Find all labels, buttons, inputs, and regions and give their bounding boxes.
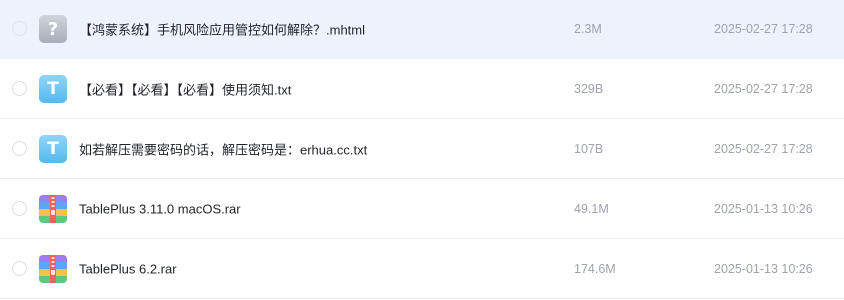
file-size: 329B [574, 81, 604, 96]
unknown-file-icon: ? [39, 15, 67, 43]
file-row[interactable]: ? 【鸿蒙系统】手机风险应用管控如何解除？.mhtml 2.3M 2025-02… [0, 0, 844, 59]
file-size: 107B [574, 141, 604, 156]
row-checkbox[interactable] [12, 80, 27, 96]
archive-file-icon [39, 254, 67, 283]
file-list: ? 【鸿蒙系统】手机风险应用管控如何解除？.mhtml 2.3M 2025-02… [0, 0, 844, 300]
file-size: 49.1M [574, 201, 609, 216]
row-checkbox[interactable] [12, 200, 27, 216]
file-row[interactable]: T 【必看】【必看】【必看】使用须知.txt 329B 2025-02-27 1… [0, 59, 844, 119]
file-name[interactable]: TablePlus 3.11.0 macOS.rar [79, 201, 241, 216]
row-checkbox[interactable] [12, 140, 27, 156]
file-date: 2025-01-13 10:26 [714, 201, 813, 216]
file-name[interactable]: 【鸿蒙系统】手机风险应用管控如何解除？.mhtml [79, 20, 365, 39]
row-checkbox[interactable] [12, 260, 27, 276]
file-row[interactable]: TablePlus 6.2.rar 174.6M 2025-01-13 10:2… [0, 239, 844, 299]
file-date: 2025-02-27 17:28 [714, 141, 813, 156]
text-file-icon: T [39, 74, 67, 103]
text-file-icon: T [39, 134, 67, 163]
file-row[interactable]: T 如若解压需要密码的话，解压密码是：erhua.cc.txt 107B 202… [0, 119, 844, 179]
file-size: 2.3M [574, 22, 602, 36]
row-checkbox[interactable] [12, 21, 27, 36]
file-date: 2025-02-27 17:28 [714, 81, 813, 96]
archive-file-icon [39, 194, 67, 223]
file-size: 174.6M [574, 261, 616, 276]
file-row[interactable]: TablePlus 3.11.0 macOS.rar 49.1M 2025-01… [0, 179, 844, 239]
file-name[interactable]: 【必看】【必看】【必看】使用须知.txt [79, 79, 291, 98]
file-date: 2025-01-13 10:26 [714, 261, 813, 276]
file-name[interactable]: TablePlus 6.2.rar [79, 261, 177, 276]
file-date: 2025-02-27 17:28 [714, 22, 813, 36]
file-name[interactable]: 如若解压需要密码的话，解压密码是：erhua.cc.txt [79, 139, 367, 158]
